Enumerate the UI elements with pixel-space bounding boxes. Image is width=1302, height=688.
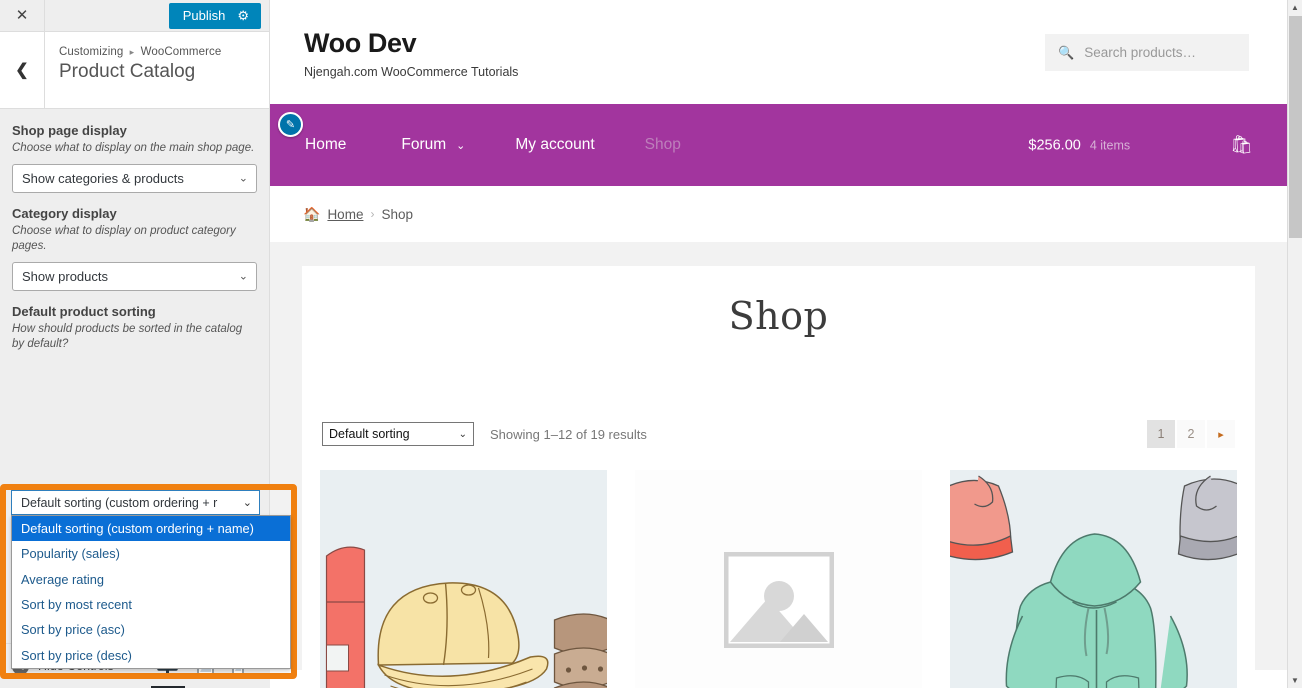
chevron-down-icon: ⌄ — [458, 428, 467, 440]
panel-titles: Customizing ▸ WooCommerce Product Catalo… — [45, 32, 221, 108]
search-input[interactable]: 🔍 Search products… — [1045, 34, 1249, 71]
search-placeholder: Search products… — [1084, 45, 1196, 60]
shop-page-display-select[interactable]: Show categories & products ⌄ — [12, 163, 257, 193]
product-ordering-select[interactable]: Default sorting ⌄ — [322, 422, 474, 446]
sorting-option[interactable]: Popularity (sales) — [12, 541, 290, 566]
nav-label: Shop — [644, 136, 681, 153]
caret-up-icon[interactable]: ▲ — [1288, 0, 1302, 15]
sorting-option[interactable]: Average rating — [12, 567, 290, 592]
hoodies-illustration-icon — [950, 470, 1237, 688]
nav-menu: Home Forum ⌄ My account Shop — [305, 136, 706, 154]
cart-widget[interactable]: $256.00 4 items 🛍 — [1028, 135, 1253, 156]
nav-label: Forum — [401, 136, 447, 153]
nav-item-my-account[interactable]: My account — [490, 136, 619, 154]
pagination-page-2[interactable]: 2 — [1177, 420, 1205, 448]
product-card-placeholder[interactable] — [635, 470, 922, 688]
page-title: Product Catalog — [59, 61, 196, 82]
default-sorting-select[interactable]: Default sorting (custom ordering + r ⌄ — [11, 490, 260, 515]
page-title: Shop — [728, 294, 829, 338]
publish-label: Publish — [182, 8, 226, 23]
site-branding[interactable]: Woo Dev Njengah.com WooCommerce Tutorial… — [270, 0, 518, 79]
shop-content: Shop Default sorting ⌄ Showing 1–12 of 1… — [302, 266, 1255, 688]
site-title: Woo Dev — [304, 28, 417, 58]
breadcrumb-separator-icon: › — [370, 207, 375, 221]
site-header: Woo Dev Njengah.com WooCommerce Tutorial… — [270, 0, 1287, 104]
nav-label: Home — [305, 136, 347, 153]
cart-summary: $256.00 4 items — [1028, 137, 1130, 153]
control-default-product-sorting: Default product sorting How should produ… — [12, 304, 257, 353]
control-label: Default product sorting — [12, 303, 156, 319]
chevron-down-icon: ⌄ — [238, 172, 248, 185]
pagination-next-icon[interactable]: ▸ — [1207, 420, 1235, 448]
chevron-down-icon: ⌄ — [242, 497, 252, 509]
control-category-display: Category display Choose what to display … — [12, 206, 257, 291]
gear-icon[interactable]: ⚙ — [237, 9, 249, 22]
scrollbar-thumb[interactable] — [1289, 16, 1302, 238]
cart-item-count: 4 items — [1089, 138, 1131, 152]
product-image — [950, 470, 1237, 688]
shop-toolbar: Default sorting ⌄ Showing 1–12 of 19 res… — [320, 420, 1237, 448]
select-value: Show categories & products — [22, 170, 184, 186]
select-value: Default sorting — [329, 427, 410, 441]
customizer-sidebar: ✕ Publish ⚙ ❮ Customizing ▸ WooCommerce … — [0, 0, 297, 688]
product-image — [635, 470, 922, 688]
product-card-caps[interactable] — [320, 470, 607, 688]
pencil-edit-icon[interactable]: ✎ — [278, 112, 303, 137]
site-tagline: Njengah.com WooCommerce Tutorials — [304, 65, 519, 79]
shop-page-wrapper: Shop Default sorting ⌄ Showing 1–12 of 1… — [270, 242, 1287, 688]
category-display-select[interactable]: Show products ⌄ — [12, 261, 257, 291]
shopping-basket-icon[interactable]: 🛍 — [1230, 135, 1253, 156]
image-placeholder-icon — [723, 552, 834, 648]
primary-navigation: ✎ Home Forum ⌄ My account Shop $256.00 4… — [270, 104, 1287, 186]
customizer-topbar: ✕ Publish ⚙ — [0, 0, 269, 32]
control-label: Shop page display — [12, 123, 127, 138]
breadcrumb: 🏠 Home › Shop — [270, 186, 1287, 242]
customizer-screen: ✕ Publish ⚙ ❮ Customizing ▸ WooCommerce … — [0, 0, 1302, 688]
close-icon[interactable]: ✕ — [0, 0, 45, 31]
pagination-page-1[interactable]: 1 — [1147, 420, 1175, 448]
product-card-hoodies[interactable] — [950, 470, 1237, 688]
publish-button[interactable]: Publish ⚙ — [168, 2, 261, 29]
chevron-down-icon[interactable]: ⌄ — [456, 139, 465, 152]
result-count: Showing 1–12 of 19 results — [490, 426, 647, 442]
select-value: Show products — [22, 268, 108, 284]
control-label: Category display — [12, 205, 117, 221]
search-icon: 🔍 — [1058, 44, 1075, 60]
pagination: 1 2 ▸ — [1147, 420, 1235, 448]
cart-total: $256.00 — [1028, 137, 1081, 153]
vertical-scrollbar[interactable]: ▲ ▼ — [1287, 0, 1302, 688]
breadcrumb: Customizing ▸ WooCommerce — [59, 46, 221, 58]
sorting-option[interactable]: Default sorting (custom ordering + name) — [12, 516, 290, 542]
nav-label: My account — [515, 136, 595, 153]
home-icon: 🏠 — [303, 205, 321, 222]
breadcrumb-current: Shop — [381, 206, 413, 222]
breadcrumb-home-link[interactable]: Home — [327, 207, 363, 222]
product-grid — [320, 470, 1237, 688]
nav-item-home[interactable]: Home — [305, 136, 376, 154]
sorting-option[interactable]: Sort by price (asc) — [12, 617, 290, 642]
site-preview: Woo Dev Njengah.com WooCommerce Tutorial… — [270, 0, 1287, 688]
sorting-option[interactable]: Sort by most recent — [12, 592, 290, 617]
control-shop-page-display: Shop page display Choose what to display… — [12, 123, 257, 193]
caret-down-icon[interactable]: ▼ — [1288, 673, 1302, 688]
back-button[interactable]: ❮ — [0, 32, 45, 108]
control-description: Choose what to display on the main shop … — [12, 142, 255, 154]
chevron-down-icon: ⌄ — [238, 270, 248, 283]
product-image — [320, 470, 607, 688]
control-description: How should products be sorted in the cat… — [12, 322, 243, 351]
breadcrumb-section[interactable]: WooCommerce — [141, 46, 222, 58]
default-sorting-options-list[interactable]: Default sorting (custom ordering + name)… — [11, 515, 291, 669]
customizer-controls: Shop page display Choose what to display… — [0, 109, 297, 688]
customizer-panel-header: ❮ Customizing ▸ WooCommerce Product Cata… — [0, 32, 269, 109]
nav-item-forum[interactable]: Forum ⌄ — [376, 136, 490, 154]
select-value: Default sorting (custom ordering + r — [21, 495, 218, 510]
caps-illustration-icon — [320, 470, 607, 688]
breadcrumb-separator-icon: ▸ — [129, 47, 135, 57]
sorting-option[interactable]: Sort by price (desc) — [12, 642, 290, 667]
nav-item-shop[interactable]: Shop — [620, 136, 706, 154]
control-description: Choose what to display on product catego… — [12, 224, 236, 253]
breadcrumb-root[interactable]: Customizing — [59, 46, 123, 58]
publish-area: Publish ⚙ — [168, 0, 269, 31]
